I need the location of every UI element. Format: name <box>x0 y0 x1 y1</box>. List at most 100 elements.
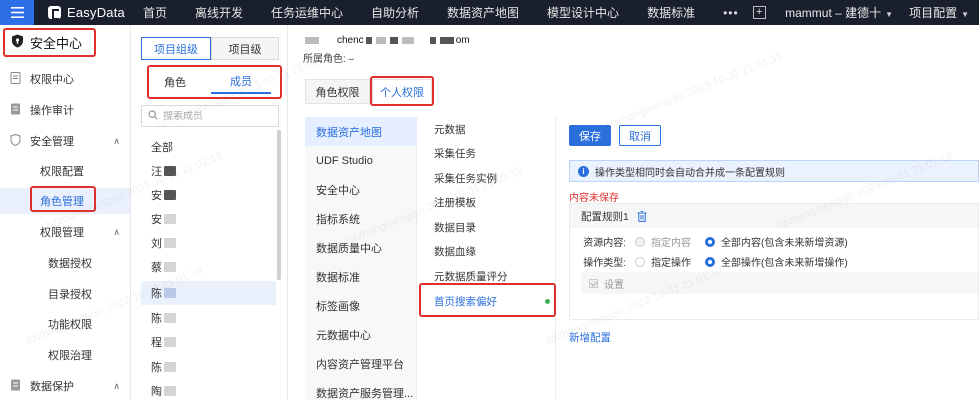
module-item[interactable]: 数据标准 <box>305 262 417 291</box>
sub-feature-item[interactable]: 采集任务 <box>418 141 556 165</box>
status-dot <box>545 298 550 304</box>
resource-field: 资源内容: 指定内容 全部内容(包含未来新增资源) <box>570 234 848 249</box>
module-item[interactable]: 数据质量中心 <box>305 233 417 262</box>
seg-project-group[interactable]: 项目组级 <box>141 37 211 60</box>
nav-task-ops[interactable]: 任务运维中心 <box>271 4 343 21</box>
menu-icon[interactable] <box>0 0 34 25</box>
tab-role[interactable]: 角色 <box>151 70 199 94</box>
scrollbar[interactable] <box>277 130 281 280</box>
sidebar-item-perm-mgmt[interactable]: 权限管理 ∧ <box>0 219 130 245</box>
member-search-input[interactable] <box>163 110 273 122</box>
sub-feature-item[interactable]: 数据目录 <box>418 215 556 239</box>
tab-member[interactable]: 成员 <box>211 70 271 94</box>
member-name: 蔡 <box>151 262 162 274</box>
sidebar-item-perm-gov[interactable]: 权限治理 <box>48 342 92 368</box>
redacted-mark <box>429 37 436 44</box>
sidebar-item-label: 权限中心 <box>30 74 74 86</box>
redacted-mark <box>164 190 176 200</box>
tab-personal-perm[interactable]: 个人权限 <box>372 79 432 104</box>
user-email-prefix: chenc <box>337 35 364 46</box>
seg-project[interactable]: 项目级 <box>211 37 279 60</box>
sidebar: 安全中心 权限中心 操作审计 安全管理 ∧ 权限配置 角色管理 权限管理 ∧ 数… <box>0 25 131 400</box>
list-item-member-selected[interactable]: 陈 <box>141 281 276 305</box>
add-icon[interactable]: + <box>752 6 766 19</box>
sub-feature-item[interactable]: 元数据 <box>418 117 556 141</box>
list-item-member[interactable]: 安 <box>141 183 276 207</box>
radio-all-op[interactable]: 全部操作(包含未来新增操作) <box>705 254 848 269</box>
sub-feature-item[interactable]: 元数据质量评分 <box>418 264 556 288</box>
setting-checkbox[interactable] <box>589 278 598 288</box>
setting-row: 设置 <box>581 272 978 294</box>
radio-specified-op[interactable]: 指定操作 <box>635 254 691 269</box>
nav-model-design[interactable]: 模型设计中心 <box>547 4 619 21</box>
sidebar-item-role-mgmt[interactable]: 角色管理 <box>0 188 130 214</box>
chevron-up-icon: ∧ <box>113 380 120 391</box>
nav-asset-map[interactable]: 数据资产地图 <box>447 4 519 21</box>
list-item-member[interactable]: 蔡 <box>141 255 276 279</box>
nav-home[interactable]: 首页 <box>143 4 167 21</box>
radio-specified-content[interactable]: 指定内容 <box>635 234 691 249</box>
tab-role-perm[interactable]: 角色权限 <box>305 79 370 104</box>
radio-circle <box>705 236 715 247</box>
sub-feature-item-selected[interactable]: 首页搜索偏好 <box>418 289 556 313</box>
logo[interactable]: EasyData <box>48 5 125 20</box>
cancel-button[interactable]: 取消 <box>619 125 661 146</box>
module-item[interactable]: 安全中心 <box>305 175 417 204</box>
list-item-member[interactable]: 汪 <box>141 159 276 183</box>
list-item-member[interactable]: 陈 <box>141 355 276 379</box>
project-switcher[interactable]: mammut – 建德十 ▼ <box>785 4 893 21</box>
sidebar-item-perm-center[interactable]: 权限中心 <box>0 65 130 93</box>
nav-offline-dev[interactable]: 离线开发 <box>195 4 243 21</box>
save-button[interactable]: 保存 <box>569 125 611 146</box>
nav-self-analysis[interactable]: 自助分析 <box>371 4 419 21</box>
more-icon[interactable]: ••• <box>723 6 739 20</box>
module-item[interactable]: 元数据中心 <box>305 320 417 349</box>
sidebar-item-label: 安全管理 <box>30 136 74 148</box>
sidebar-title[interactable]: 安全中心 <box>3 29 96 56</box>
trash-icon[interactable] <box>637 210 647 222</box>
member-name: 安 <box>151 214 162 226</box>
list-item-member[interactable]: 程 <box>141 330 276 354</box>
module-item[interactable]: 数据资产服务管理... <box>305 378 417 400</box>
sidebar-item-audit[interactable]: 操作审计 <box>0 96 130 124</box>
member-name: 陈 <box>151 288 162 300</box>
sidebar-item-label: 目录授权 <box>48 289 92 301</box>
module-item[interactable]: 数据资产地图 <box>305 117 417 146</box>
member-search-box[interactable] <box>141 105 279 127</box>
redacted-mark <box>164 166 176 176</box>
sidebar-item-func-perm[interactable]: 功能权限 <box>48 311 92 337</box>
module-item[interactable]: 指标系统 <box>305 204 417 233</box>
redacted-mark <box>401 37 414 44</box>
list-item-member[interactable]: 陶 <box>141 379 276 400</box>
sidebar-item-security-mgmt[interactable]: 安全管理 ∧ <box>0 127 130 155</box>
info-icon: i <box>578 165 589 177</box>
config-panel: 保存 取消 i 操作类型相同时会自动合并成一条配置规则 内容未保存 配置规则1 … <box>558 117 979 400</box>
sidebar-item-data-protect[interactable]: 数据保护 ∧ <box>0 372 130 400</box>
member-name: 陶 <box>151 386 162 398</box>
sub-feature-item[interactable]: 注册模板 <box>418 190 556 214</box>
nav-data-standard[interactable]: 数据标准 <box>647 4 695 21</box>
list-item-member[interactable]: 安 <box>141 207 276 231</box>
user-email-suffix: om <box>455 35 470 46</box>
sidebar-item-label: 权限管理 <box>40 227 84 239</box>
list-item-member[interactable]: 刘 <box>141 231 276 255</box>
sidebar-item-catalog-auth[interactable]: 目录授权 <box>48 281 92 307</box>
list-item-member[interactable]: 全部 <box>141 135 276 159</box>
module-item[interactable]: UDF Studio <box>305 146 417 175</box>
list-item-member[interactable]: 陈 <box>141 306 276 330</box>
add-rule-link[interactable]: 新增配置 <box>569 330 611 345</box>
rule-header: 配置规则1 <box>570 204 978 228</box>
project-config-menu[interactable]: 项目配置 ▼ <box>909 4 969 21</box>
module-item[interactable]: 标签画像 <box>305 291 417 320</box>
radio-all-content[interactable]: 全部内容(包含未来新增资源) <box>705 234 848 249</box>
redacted-mark <box>164 214 176 224</box>
module-item[interactable]: 内容资产管理平台 <box>305 349 417 378</box>
sidebar-item-data-auth[interactable]: 数据授权 <box>48 250 92 276</box>
sub-feature-item[interactable]: 数据血缘 <box>418 239 556 263</box>
sidebar-item-perm-config[interactable]: 权限配置 <box>0 158 130 184</box>
chevron-up-icon: ∧ <box>113 226 120 237</box>
chevron-up-icon: ∧ <box>113 135 120 146</box>
redacted-mark <box>164 262 176 272</box>
chevron-down-icon: ▼ <box>885 10 894 19</box>
sub-feature-item[interactable]: 采集任务实例 <box>418 166 556 190</box>
